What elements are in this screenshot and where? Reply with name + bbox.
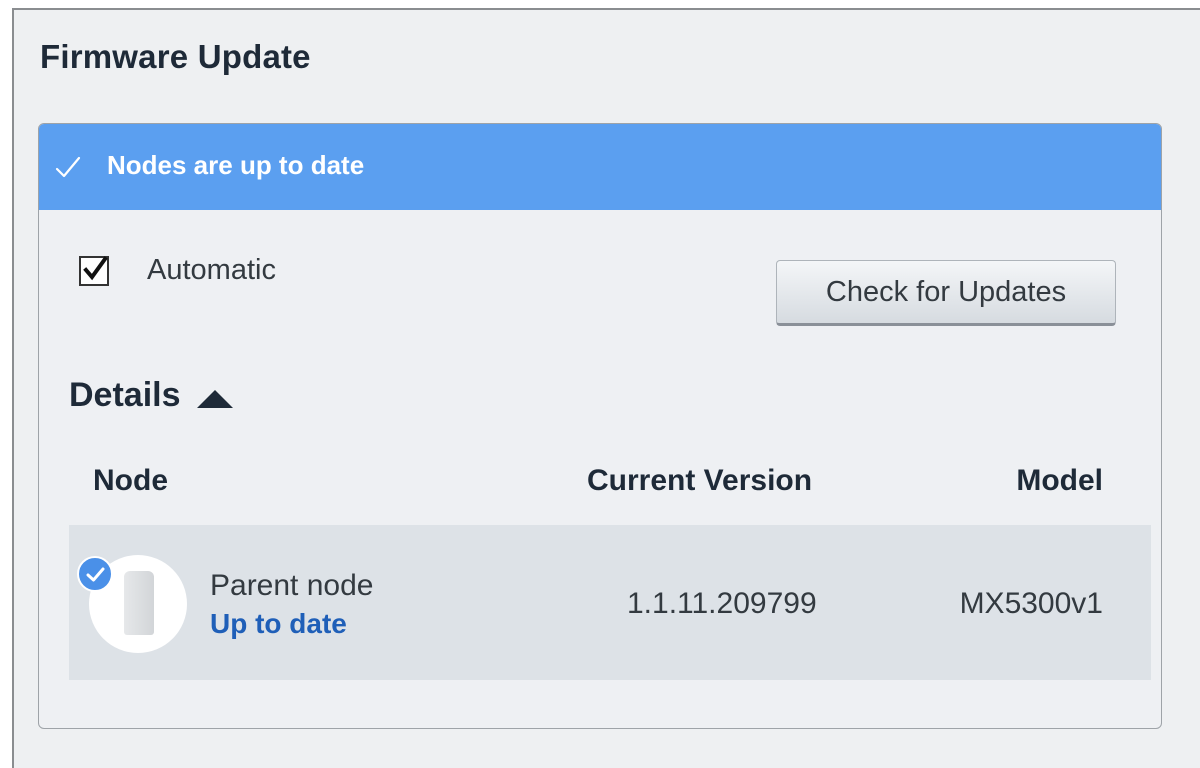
status-banner: Nodes are up to date	[39, 124, 1161, 210]
node-model: MX5300v1	[959, 587, 1103, 620]
node-current-version: 1.1.11.209799	[627, 587, 817, 620]
column-header-model: Model	[1016, 464, 1103, 497]
details-toggle[interactable]: Details	[69, 376, 233, 415]
checkmark-icon	[83, 255, 108, 280]
checkmark-icon	[55, 154, 81, 180]
column-header-node: Node	[93, 464, 168, 497]
page-title: Firmware Update	[40, 38, 311, 75]
column-header-current-version: Current Version	[587, 464, 813, 497]
automatic-option[interactable]: Automatic	[79, 254, 276, 287]
node-status-link[interactable]: Up to date	[210, 608, 347, 640]
node-name: Parent node	[210, 569, 374, 602]
firmware-status-card: Nodes are up to date Automatic Check for…	[38, 123, 1162, 729]
automatic-checkbox[interactable]	[79, 255, 109, 286]
caret-up-icon[interactable]	[196, 389, 233, 408]
automatic-label: Automatic	[147, 254, 276, 286]
check-for-updates-button[interactable]: Check for Updates	[776, 260, 1116, 326]
details-label: Details	[69, 376, 181, 414]
node-device-shape	[124, 571, 154, 635]
table-row: Parent node Up to date 1.1.11.209799 MX5…	[69, 525, 1151, 680]
check-badge-icon	[77, 556, 113, 592]
status-banner-text: Nodes are up to date	[107, 150, 365, 180]
